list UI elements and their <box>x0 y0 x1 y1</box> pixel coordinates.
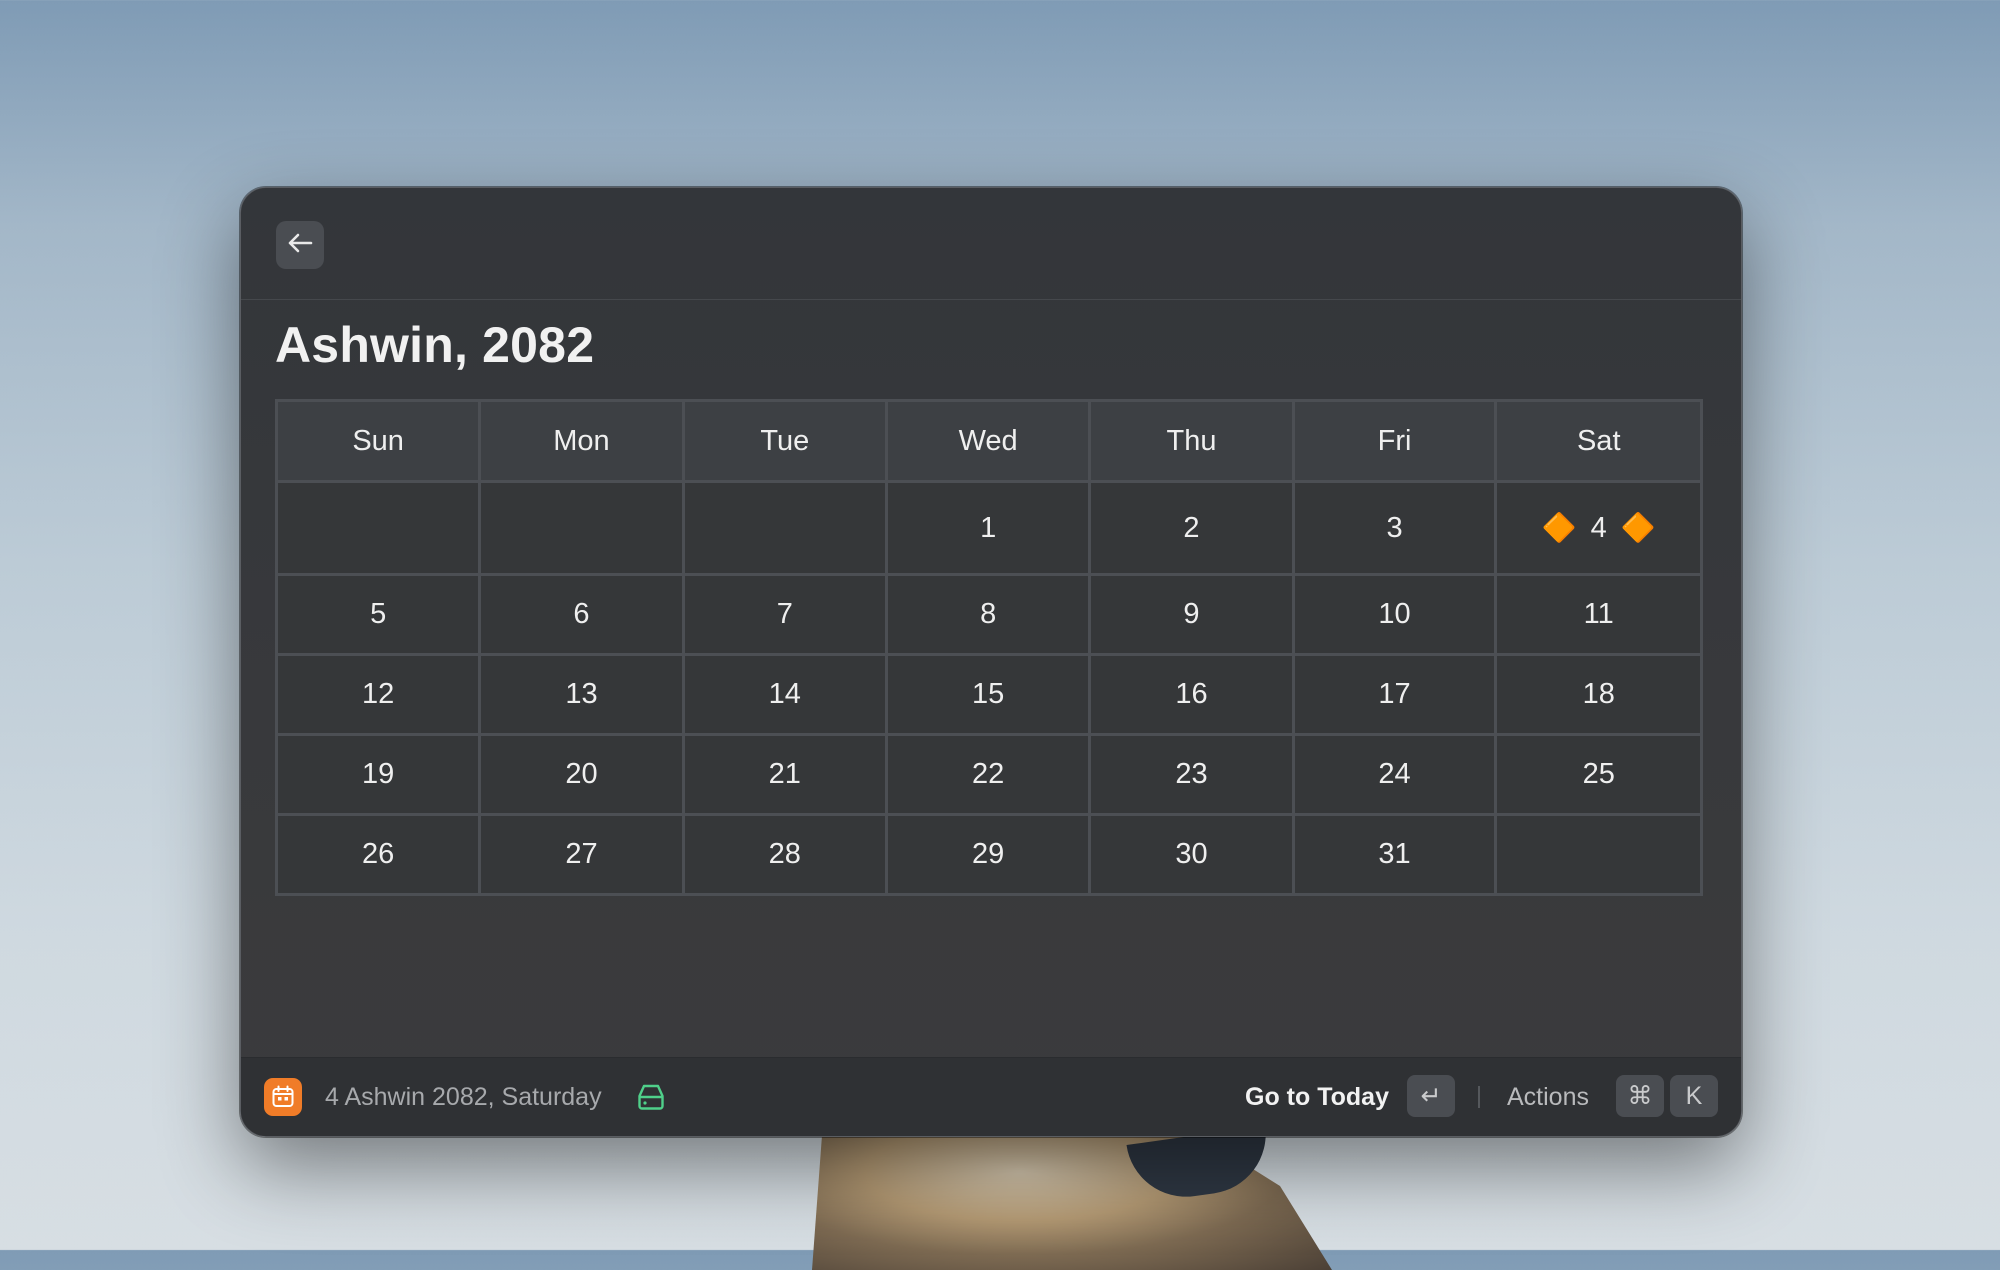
page-title: Ashwin, 2082 <box>275 317 595 373</box>
day-cell[interactable]: 28 <box>681 813 888 896</box>
day-cell[interactable]: 13 <box>478 653 685 736</box>
day-cell[interactable]: 3 <box>1291 480 1498 576</box>
day-cell[interactable]: 22 <box>884 733 1092 816</box>
day-cell[interactable]: 15 <box>884 653 1092 736</box>
back-button[interactable] <box>276 221 324 269</box>
day-cell[interactable]: 9 <box>1088 573 1295 656</box>
day-cell[interactable]: 23 <box>1088 733 1295 816</box>
weekday-sun: Sun <box>274 399 482 483</box>
day-cell[interactable]: 6 <box>478 573 685 656</box>
week-row: 19 20 21 22 23 24 25 <box>274 733 1703 816</box>
day-cell[interactable]: 17 <box>1291 653 1498 736</box>
day-cell-empty <box>478 480 685 576</box>
day-cell[interactable]: 27 <box>478 813 685 896</box>
day-cell-empty <box>274 480 482 576</box>
go-to-today-button[interactable]: Go to Today <box>1245 1083 1389 1112</box>
today-date: 4 <box>1590 512 1607 544</box>
arrow-left-icon <box>287 233 313 258</box>
day-cell[interactable]: 18 <box>1494 653 1703 736</box>
calendar-icon <box>264 1078 302 1116</box>
day-cell[interactable]: 10 <box>1291 573 1498 656</box>
selected-date-status: 4 Ashwin 2082, Saturday <box>325 1083 602 1111</box>
command-key-icon: ⌘ <box>1616 1075 1664 1117</box>
week-row: 26 27 28 29 30 31 <box>274 813 1703 896</box>
day-cell[interactable]: 8 <box>884 573 1092 656</box>
day-cell[interactable]: 26 <box>274 813 482 896</box>
day-cell-empty <box>681 480 888 576</box>
drive-icon <box>636 1082 666 1117</box>
day-cell[interactable]: 31 <box>1291 813 1498 896</box>
day-cell[interactable]: 21 <box>681 733 888 816</box>
day-cell-empty <box>1494 813 1703 896</box>
actions-button[interactable]: Actions <box>1507 1083 1589 1112</box>
calendar-window: Ashwin, 2082 Sun Mon Tue Wed Thu Fri Sat… <box>240 187 1742 1137</box>
day-cell[interactable]: 7 <box>681 573 888 656</box>
calendar-grid: Sun Mon Tue Wed Thu Fri Sat 1 2 3 🔶 4 🔶 <box>274 399 1703 896</box>
day-cell[interactable]: 5 <box>274 573 482 656</box>
day-cell[interactable]: 20 <box>478 733 685 816</box>
bottom-bar: 4 Ashwin 2082, Saturday Go to Today ↵ Ac… <box>241 1057 1741 1136</box>
day-cell[interactable]: 1 <box>884 480 1092 576</box>
day-cell[interactable]: 16 <box>1088 653 1295 736</box>
weekday-header-row: Sun Mon Tue Wed Thu Fri Sat <box>274 399 1703 483</box>
day-cell[interactable]: 14 <box>681 653 888 736</box>
weekday-thu: Thu <box>1088 399 1295 483</box>
day-cell[interactable]: 29 <box>884 813 1092 896</box>
day-cell[interactable]: 19 <box>274 733 482 816</box>
weekday-wed: Wed <box>884 399 1092 483</box>
today-marker-icon: 🔶 <box>1620 512 1656 543</box>
week-row: 5 6 7 8 9 10 11 <box>274 573 1703 656</box>
day-cell[interactable]: 11 <box>1494 573 1703 656</box>
today-marker-icon: 🔶 <box>1541 512 1577 543</box>
weekday-tue: Tue <box>681 399 888 483</box>
week-row: 12 13 14 15 16 17 18 <box>274 653 1703 736</box>
day-cell-today[interactable]: 🔶 4 🔶 <box>1494 480 1703 576</box>
weekday-sat: Sat <box>1494 399 1703 483</box>
day-cell[interactable]: 25 <box>1494 733 1703 816</box>
day-cell[interactable]: 30 <box>1088 813 1295 896</box>
day-cell[interactable]: 12 <box>274 653 482 736</box>
return-key-icon: ↵ <box>1407 1075 1455 1117</box>
divider <box>1478 1086 1480 1108</box>
weekday-fri: Fri <box>1291 399 1498 483</box>
top-bar <box>241 188 1741 300</box>
k-key-icon: K <box>1670 1075 1718 1117</box>
weekday-mon: Mon <box>478 399 685 483</box>
week-row: 1 2 3 🔶 4 🔶 <box>274 480 1703 576</box>
day-cell[interactable]: 24 <box>1291 733 1498 816</box>
day-cell[interactable]: 2 <box>1088 480 1295 576</box>
